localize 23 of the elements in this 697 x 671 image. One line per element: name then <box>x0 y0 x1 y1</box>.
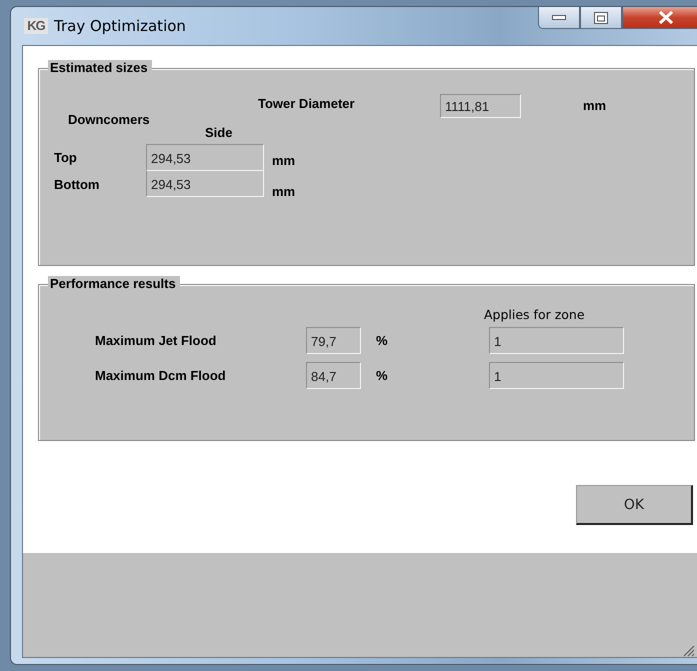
label: Tower Diameter <box>258 96 356 111</box>
app-logo: KG <box>24 18 48 34</box>
value-field: 294,53 <box>146 144 264 171</box>
label: Downcomers <box>68 112 151 127</box>
value-field: 1 <box>489 327 624 354</box>
label: Maximum Jet Flood <box>94 333 218 348</box>
ok-button[interactable]: OK <box>576 485 693 525</box>
column-header: Applies for zone <box>484 307 586 324</box>
label: Maximum Dcm Flood <box>94 368 227 383</box>
value-field: 79,7 <box>306 327 361 354</box>
unit-label: % <box>375 368 389 383</box>
label: Top <box>53 150 78 165</box>
unit-label: mm <box>272 184 296 198</box>
unit-label: mm <box>272 153 296 168</box>
window-title: Tray Optimization <box>54 17 186 35</box>
value-field: 294,53 <box>146 171 264 197</box>
value-field: 1 <box>489 362 624 389</box>
column-header: Side <box>205 124 234 142</box>
value-field: 1111,81 <box>440 94 521 118</box>
label: Bottom <box>53 176 100 192</box>
unit-label: mm <box>583 98 606 113</box>
value-field: 84,7 <box>306 362 361 389</box>
unit-label: % <box>375 333 389 348</box>
